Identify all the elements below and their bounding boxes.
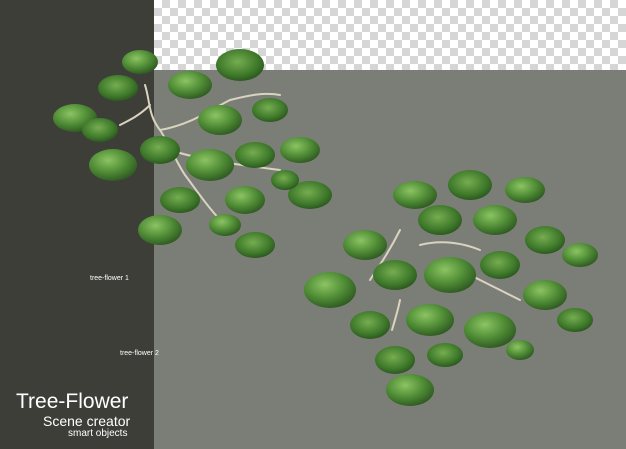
item-label-1: tree-flower 1 [90,275,129,282]
brand-tagline: smart objects [68,428,128,439]
plant-tree-flower-2 [304,170,598,406]
plant-illustration [53,49,598,406]
brand-subtitle: Scene creator [43,413,131,429]
item-label-2: tree-flower 2 [120,350,159,357]
brand-title: Tree-Flower [16,390,129,413]
plant-tree-flower-1 [53,49,332,258]
